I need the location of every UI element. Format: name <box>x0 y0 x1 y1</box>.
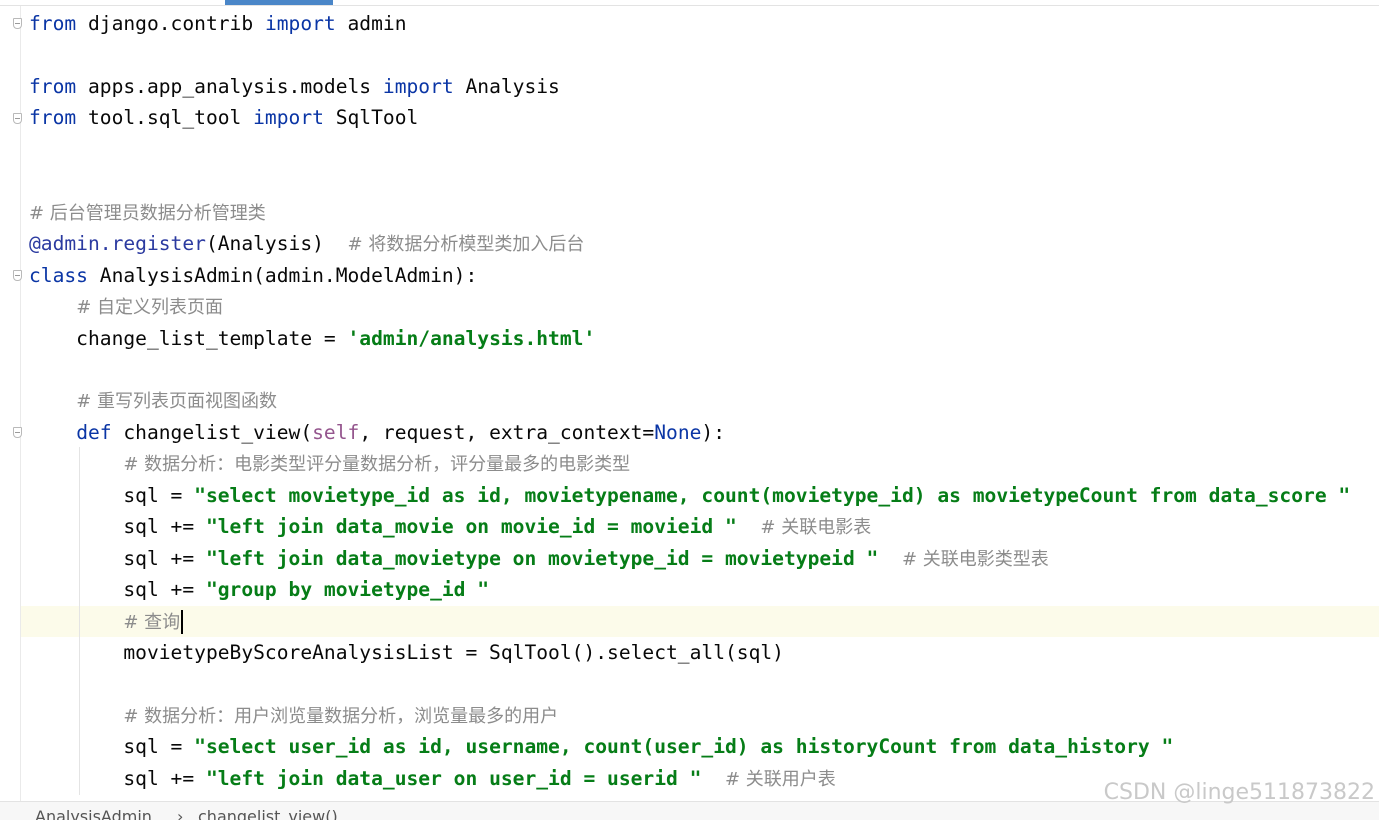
code-token-kw: from <box>29 12 77 35</box>
code-line[interactable]: sql += "group by movietype_id " <box>29 574 489 605</box>
code-line[interactable]: movietypeByScoreAnalysisList = SqlTool()… <box>29 637 784 668</box>
code-token-cmt: # 将数据分析模型类加入后台 <box>347 234 585 256</box>
code-line[interactable]: from apps.app_analysis.models import Ana… <box>29 71 560 102</box>
code-token-kw: from <box>29 74 77 98</box>
code-token: movietypeByScoreAnalysisList = SqlTool()… <box>29 641 784 664</box>
code-token-cmt: # 后台管理员数据分析管理类 <box>29 202 266 224</box>
breadcrumb-item-method[interactable]: changelist_view() <box>198 807 338 820</box>
code-token: django.contrib <box>76 12 265 35</box>
code-line[interactable]: @admin.register(Analysis) # 将数据分析模型类加入后台 <box>29 228 584 259</box>
code-token-cmt: # 重写列表页面视图函数 <box>76 391 277 413</box>
code-token-cmt: # 数据分析：电影类型评分量数据分析，评分量最多的电影类型 <box>123 454 631 476</box>
code-token-str: "select movietype_id as id, movietypenam… <box>194 483 1351 507</box>
code-token-str: "group by movietype_id " <box>205 578 490 602</box>
code-token: sql += <box>29 515 206 539</box>
code-token-kw: import <box>382 74 454 98</box>
fold-marker-icon[interactable] <box>13 113 22 124</box>
code-token-builtin: None <box>654 420 702 444</box>
code-line[interactable]: # 重写列表页面视图函数 <box>29 385 277 416</box>
code-token-kw: class <box>29 263 88 287</box>
code-token-cmt: # 关联电影表 <box>760 517 872 539</box>
code-token-deco: @admin.register <box>29 232 206 256</box>
code-line[interactable]: sql += "left join data_movietype on movi… <box>29 543 1049 574</box>
fold-marker-icon[interactable] <box>13 427 22 438</box>
code-token: admin <box>335 12 407 35</box>
code-token-str: "select user_id as id, username, count(u… <box>194 735 1174 759</box>
code-line[interactable]: sql = "select user_id as id, username, c… <box>29 731 1173 762</box>
code-token-str: "left join data_movie on movie_id = movi… <box>205 515 737 539</box>
code-token: (Analysis) <box>205 232 348 256</box>
code-token: SqlTool <box>323 106 419 130</box>
code-token: apps.app_analysis.models <box>76 74 383 98</box>
code-token: Analysis <box>453 74 560 98</box>
text-caret <box>181 610 184 635</box>
code-token-cmt: # 关联用户表 <box>725 768 836 790</box>
code-token: sql += <box>29 766 206 790</box>
code-token: sql += <box>29 546 206 570</box>
code-token-str: 'admin/analysis.html' <box>347 326 596 350</box>
code-token-cmt: # 数据分析：用户浏览量数据分析，浏览量最多的用户 <box>123 705 559 727</box>
code-token-cmt: # 关联电影类型表 <box>901 548 1049 570</box>
code-line[interactable]: # 数据分析：电影类型评分量数据分析，评分量最多的电影类型 <box>29 448 630 479</box>
code-token: sql = <box>29 735 195 759</box>
code-line[interactable]: from tool.sql_tool import SqlTool <box>29 102 418 133</box>
code-token-str: "left join data_user on user_id = userid… <box>205 766 702 790</box>
code-line[interactable]: sql += "left join data_movie on movie_id… <box>29 511 871 542</box>
code-token: AnalysisAdmin(admin.ModelAdmin): <box>87 263 478 287</box>
fold-marker-icon[interactable] <box>13 270 22 281</box>
code-token: sql += <box>29 578 206 602</box>
code-line[interactable]: # 自定义列表页面 <box>29 291 223 322</box>
code-line[interactable]: change_list_template = 'admin/analysis.h… <box>29 323 595 354</box>
fold-marker-icon[interactable] <box>13 18 22 29</box>
code-line[interactable]: # 查询 <box>29 606 184 637</box>
code-line[interactable]: class AnalysisAdmin(admin.ModelAdmin): <box>29 260 477 291</box>
code-token: changelist_view( <box>111 420 313 444</box>
code-line[interactable]: def changelist_view(self, request, extra… <box>29 417 725 448</box>
code-line[interactable]: # 数据分析：用户浏览量数据分析，浏览量最多的用户 <box>29 700 558 731</box>
code-token-kw: import <box>253 106 324 130</box>
code-token-kw: from <box>29 106 77 130</box>
breadcrumb-separator: › <box>177 807 184 820</box>
code-token-cmt: # 自定义列表页面 <box>76 297 223 319</box>
editor-gutter <box>0 6 22 801</box>
watermark: CSDN @linge511873822 <box>1103 780 1375 805</box>
code-token-kw: import <box>264 12 336 35</box>
code-line[interactable]: sql += "left join data_user on user_id =… <box>29 763 836 794</box>
code-token-self: self <box>312 420 360 444</box>
code-editor[interactable]: from django.contrib import admin from app… <box>0 6 1379 801</box>
code-token: ): <box>701 420 726 444</box>
code-line[interactable]: # 后台管理员数据分析管理类 <box>29 197 266 228</box>
code-token-str: "left join data_movietype on movietype_i… <box>205 546 879 570</box>
indent-guide <box>79 447 80 795</box>
code-token: , request, extra_context= <box>359 420 655 444</box>
code-token-kw: def <box>76 420 112 444</box>
code-token: sql = <box>29 483 195 507</box>
code-token: tool.sql_tool <box>76 106 254 130</box>
code-line[interactable]: sql = "select movietype_id as id, moviet… <box>29 480 1350 511</box>
breadcrumb-item-class[interactable]: AnalysisAdmin <box>35 807 152 820</box>
current-line-highlight <box>0 606 1379 637</box>
code-token: change_list_template = <box>29 326 348 350</box>
code-token-cmt: # 查询 <box>123 611 181 633</box>
code-line[interactable]: from django.contrib import admin <box>29 8 407 39</box>
